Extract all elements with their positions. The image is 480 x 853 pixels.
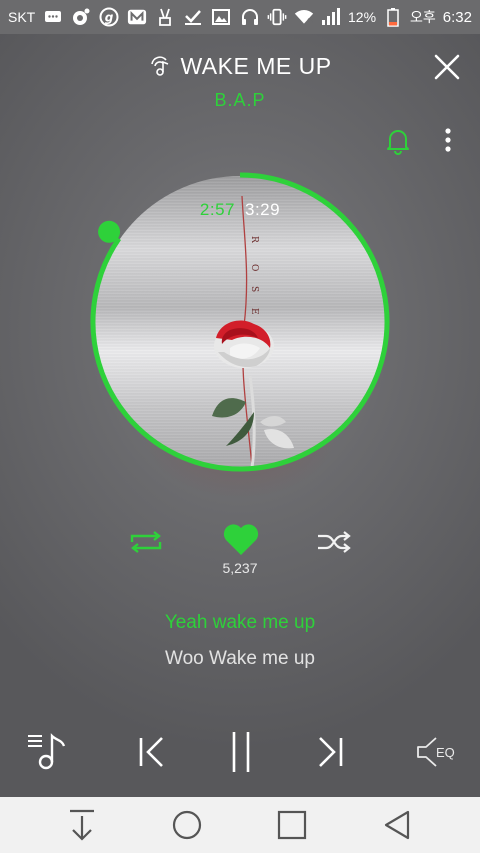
home-circle-icon: [172, 810, 202, 840]
heart-icon: [223, 524, 259, 555]
svg-text:g: g: [105, 11, 114, 25]
m-app-icon: [127, 7, 147, 27]
recents-square-icon: [277, 810, 307, 840]
song-title-text: WAKE ME UP: [180, 52, 332, 79]
wifi-icon: [294, 7, 314, 27]
headphones-icon: [240, 7, 260, 27]
lyric-current-line[interactable]: Yeah wake me up: [0, 612, 480, 634]
total-time: 3:29: [245, 200, 281, 219]
alarm-button[interactable]: [384, 126, 412, 156]
progress-handle[interactable]: [98, 220, 121, 243]
battery-icon: [383, 7, 403, 27]
playlist-button[interactable]: [26, 730, 68, 772]
skip-previous-icon: [139, 737, 163, 767]
pause-button[interactable]: [226, 728, 256, 776]
record-icon: [71, 7, 91, 27]
message-icon: [43, 7, 63, 27]
nav-home-button[interactable]: [169, 807, 205, 843]
time-display: 2:57 3:29: [80, 200, 400, 220]
close-icon: [434, 54, 460, 80]
repeat-icon: [130, 531, 162, 553]
skip-next-icon: [319, 737, 343, 767]
more-vert-icon: [445, 128, 451, 152]
nav-download-button[interactable]: [64, 807, 100, 843]
back-triangle-icon: [384, 810, 410, 840]
image-icon: [211, 7, 231, 27]
pause-icon: [232, 732, 250, 772]
next-button[interactable]: [314, 734, 346, 770]
check-icon: [183, 7, 203, 27]
system-nav-bar: [0, 797, 480, 853]
victory-icon: [155, 7, 175, 27]
more-options-button[interactable]: [436, 126, 460, 156]
vibrate-icon: [267, 7, 287, 27]
status-bar: SKT g 12% 오후 6:32: [0, 0, 480, 34]
playlist-icon: [28, 733, 66, 770]
eq-label: EQ: [436, 744, 455, 760]
clock-time: 6:32: [442, 8, 472, 26]
lyric-next-line[interactable]: Woo Wake me up: [0, 648, 480, 670]
song-info-icon: [148, 55, 172, 77]
download-icon: [70, 809, 94, 841]
nav-back-button[interactable]: [380, 807, 416, 843]
ampm-label: 오후: [410, 9, 436, 25]
player-header: WAKE ME UP: [0, 46, 480, 86]
elapsed-time: 2:57: [199, 200, 235, 219]
close-button[interactable]: [432, 52, 462, 82]
shuffle-button[interactable]: [316, 528, 352, 556]
bell-icon: [387, 130, 409, 155]
battery-percent: 12%: [348, 9, 377, 25]
song-title: WAKE ME UP: [148, 53, 331, 80]
previous-button[interactable]: [136, 734, 168, 770]
artist-name[interactable]: B.A.P: [0, 90, 480, 111]
signal-icon: [321, 7, 341, 27]
repeat-button[interactable]: [128, 528, 164, 556]
like-button[interactable]: [222, 522, 260, 558]
like-count: 5,237: [222, 560, 258, 576]
nav-recents-button[interactable]: [274, 807, 310, 843]
equalizer-button[interactable]: EQ: [414, 734, 462, 770]
shuffle-icon: [318, 531, 351, 553]
g-app-icon: g: [99, 7, 119, 27]
carrier-label: SKT: [8, 9, 36, 25]
